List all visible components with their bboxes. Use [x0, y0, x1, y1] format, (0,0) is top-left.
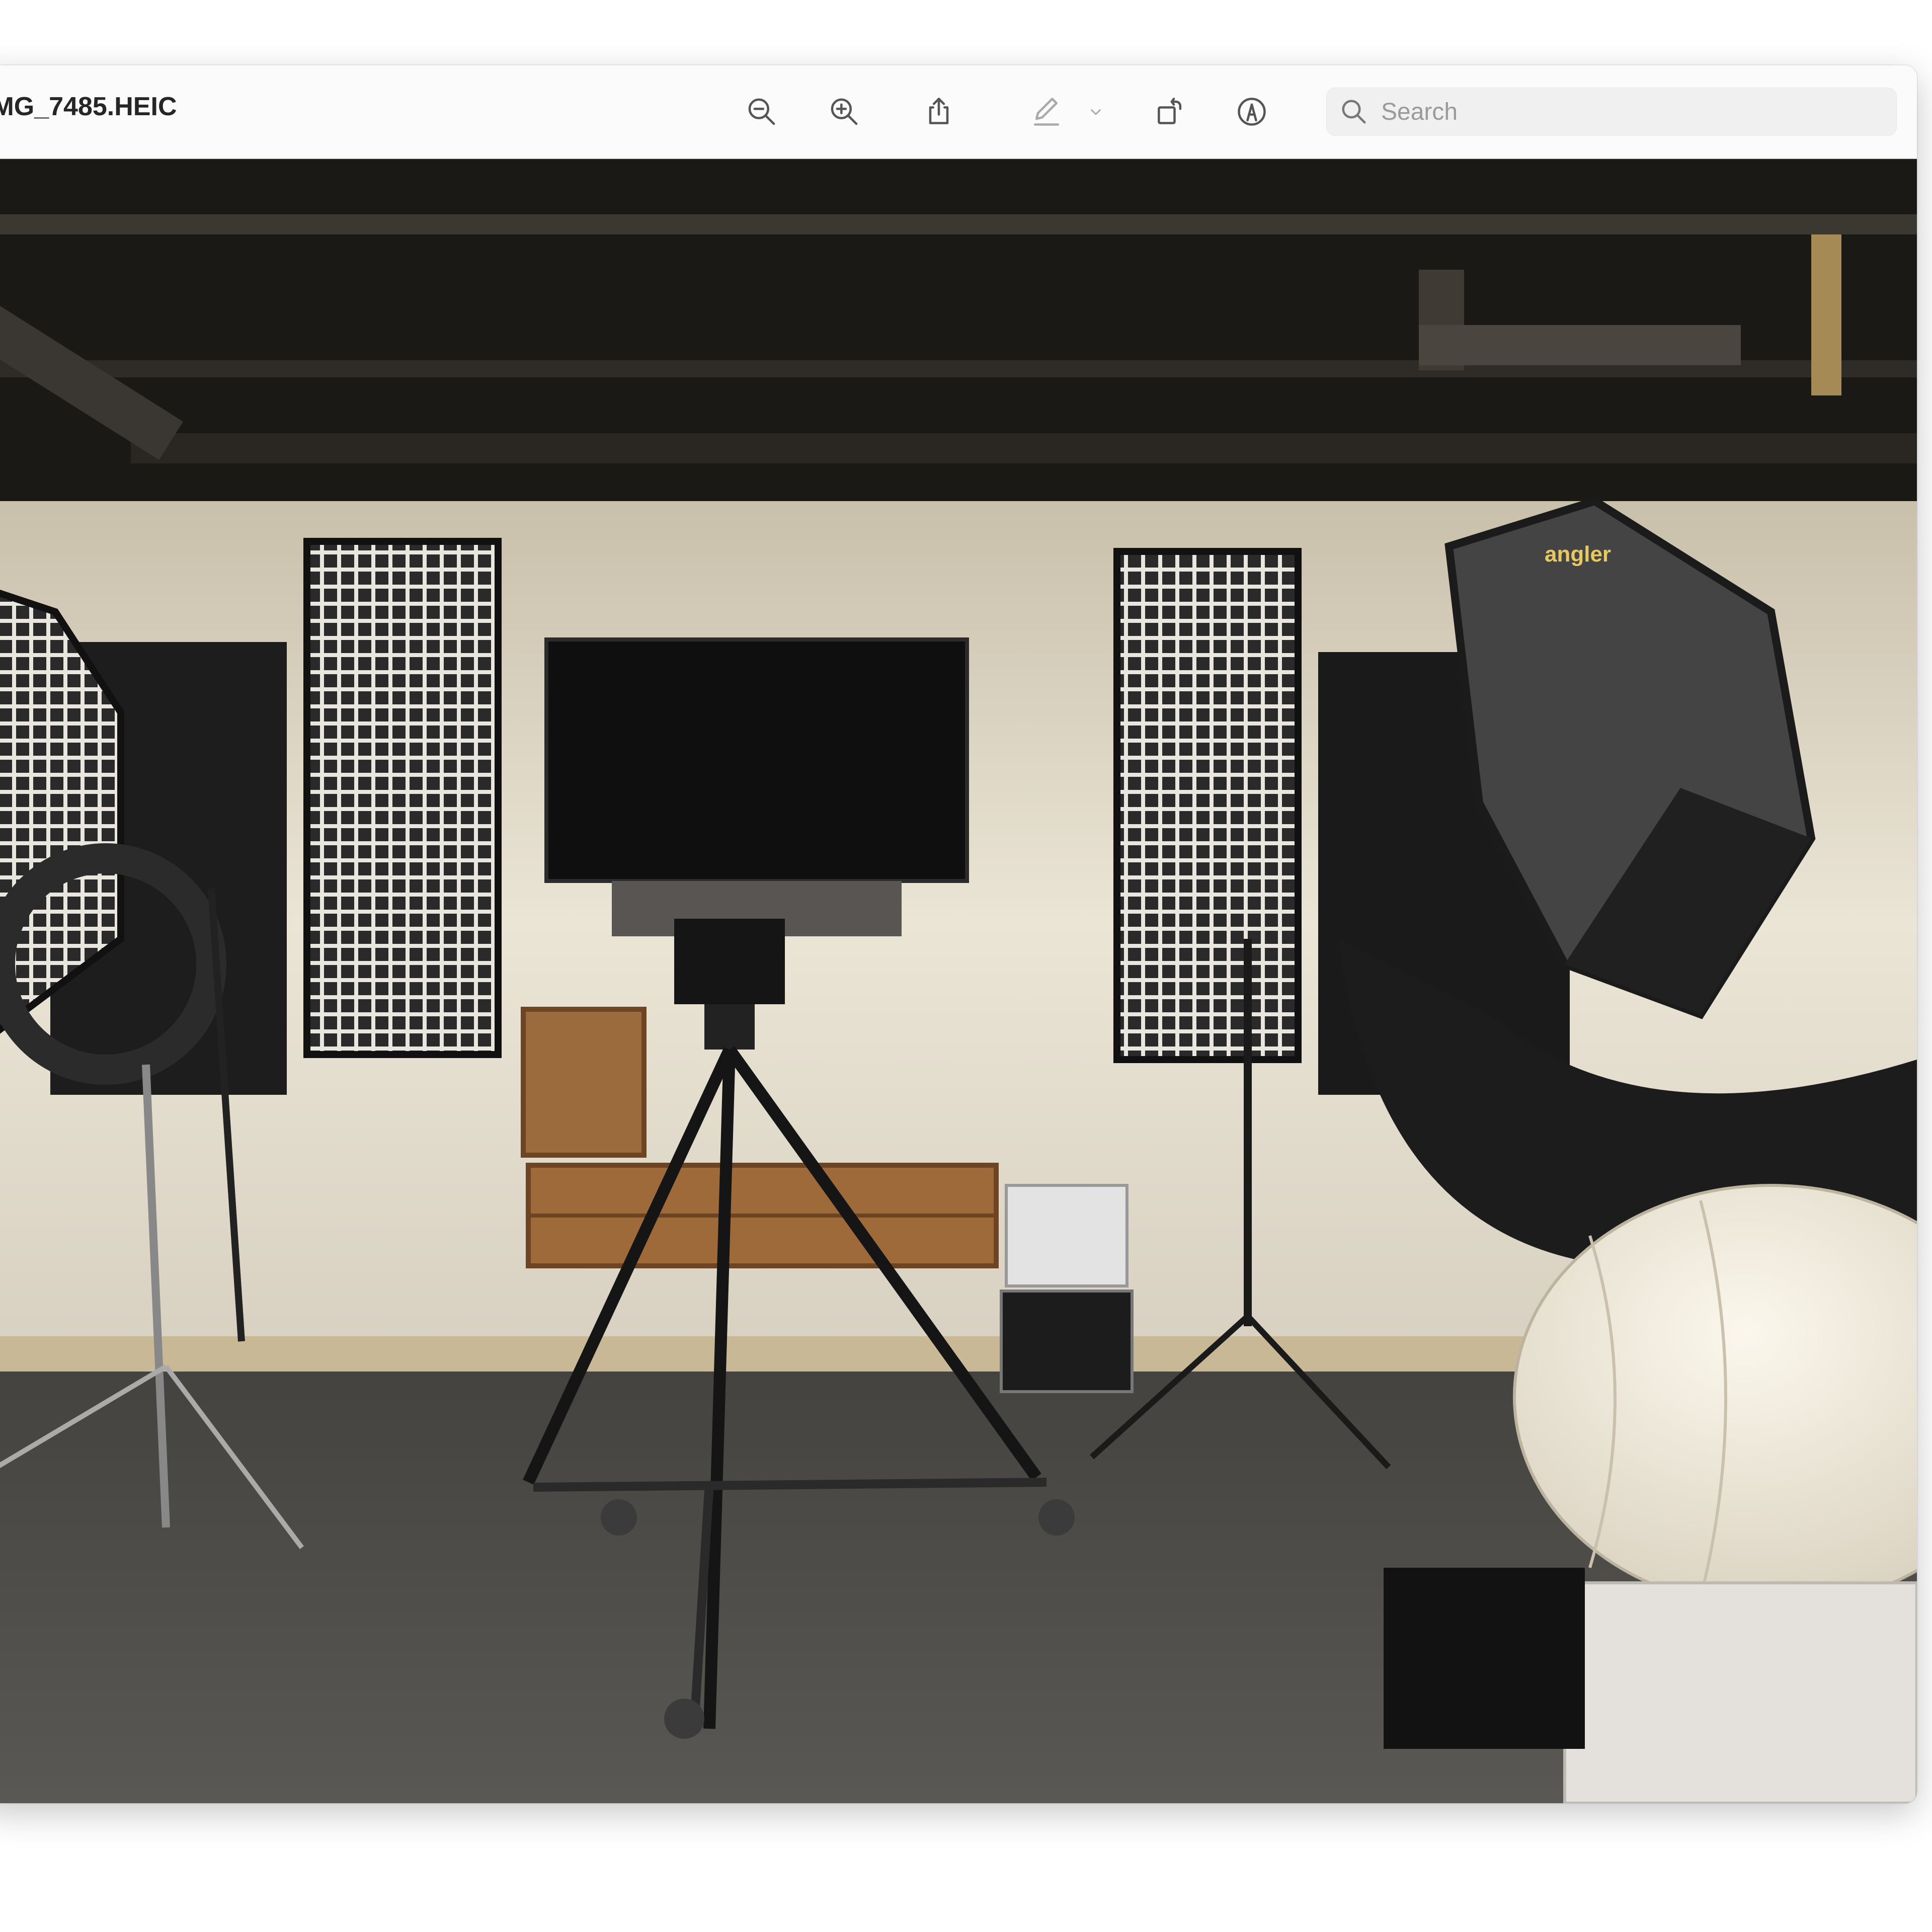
markup-button[interactable] [1021, 87, 1072, 137]
preview-window: IMG_7485.HEIC Search angler [0, 65, 1917, 1803]
toolbar: IMG_7485.HEIC [0, 65, 1917, 159]
pen-circle-icon [1238, 98, 1266, 126]
photo-studio-image: angler [0, 159, 1917, 1803]
markup-menu-button[interactable] [1081, 87, 1111, 137]
zoom-out-icon [748, 98, 775, 125]
search-icon [1342, 100, 1366, 124]
zoom-in-icon [831, 98, 858, 125]
annotate-button[interactable] [1227, 87, 1277, 137]
zoom-in-button[interactable] [819, 87, 869, 137]
brand-label: angler [1545, 542, 1611, 567]
search-input[interactable] [1380, 97, 1865, 126]
window-title: IMG_7485.HEIC [0, 92, 177, 121]
share-button[interactable] [914, 87, 964, 137]
search-field[interactable] [1326, 88, 1897, 136]
pencil-icon [1034, 98, 1059, 126]
chevron-down-icon [1091, 109, 1101, 115]
zoom-out-button[interactable] [737, 87, 787, 137]
share-icon [929, 98, 949, 124]
screen: IMG_7485.HEIC Search angler [0, 0, 1932, 1932]
photo-image: angler [0, 159, 1917, 1803]
rotate-button[interactable] [1145, 87, 1195, 137]
rotate-icon [1158, 98, 1182, 124]
